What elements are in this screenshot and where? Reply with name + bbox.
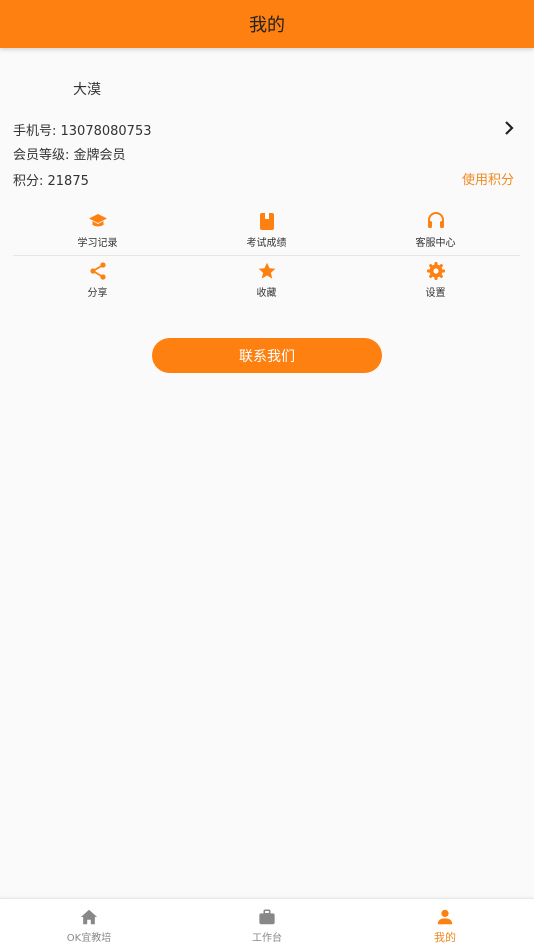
menu-label: 学习记录: [77, 238, 118, 249]
menu-exam-results[interactable]: 考试成绩: [182, 211, 351, 249]
home-icon: [80, 909, 98, 925]
divider: [13, 255, 520, 256]
tab-workbench[interactable]: 工作台: [178, 899, 356, 950]
username: 大漠: [73, 82, 101, 98]
contact-us-button[interactable]: 联系我们: [152, 338, 382, 373]
menu-row-1: 学习记录 考试成绩 客服中心: [13, 211, 520, 249]
menu-label: 设置: [425, 288, 446, 299]
person-icon: [437, 909, 453, 925]
page-title: 我的: [249, 15, 285, 36]
chevron-right-icon[interactable]: [502, 120, 516, 136]
briefcase-icon: [259, 909, 275, 925]
bottom-tab-bar: OK宜教培 工作台 我的: [0, 898, 534, 950]
menu-settings[interactable]: 设置: [351, 261, 520, 299]
headset-icon: [427, 212, 444, 228]
menu-label: 客服中心: [415, 238, 456, 249]
menu-share[interactable]: 分享: [13, 261, 182, 299]
use-points-link[interactable]: 使用积分: [462, 169, 514, 188]
tab-label: OK宜教培: [66, 933, 112, 944]
menu-label: 分享: [87, 288, 108, 299]
points-value: 积分: 21875: [13, 174, 89, 189]
menu-study-records[interactable]: 学习记录: [13, 211, 182, 249]
star-icon: [258, 262, 275, 279]
tab-label: 我的: [434, 931, 456, 944]
tab-mine[interactable]: 我的: [356, 899, 534, 950]
phone-number: 手机号: 13078080753: [13, 124, 152, 139]
tab-home[interactable]: OK宜教培: [0, 899, 178, 950]
top-app-bar: 我的: [0, 0, 534, 48]
gear-icon: [426, 262, 445, 280]
menu-row-2: 分享 收藏 设置: [13, 261, 520, 299]
menu-customer-service[interactable]: 客服中心: [351, 211, 520, 249]
menu-label: 收藏: [256, 288, 277, 299]
share-icon: [89, 262, 106, 280]
menu-label: 考试成绩: [246, 238, 287, 249]
tab-label: 工作台: [252, 933, 282, 944]
book-icon: [259, 213, 274, 230]
member-level: 会员等级: 金牌会员: [13, 148, 126, 163]
menu-favorites[interactable]: 收藏: [182, 261, 351, 299]
graduation-cap-icon: [88, 214, 107, 227]
